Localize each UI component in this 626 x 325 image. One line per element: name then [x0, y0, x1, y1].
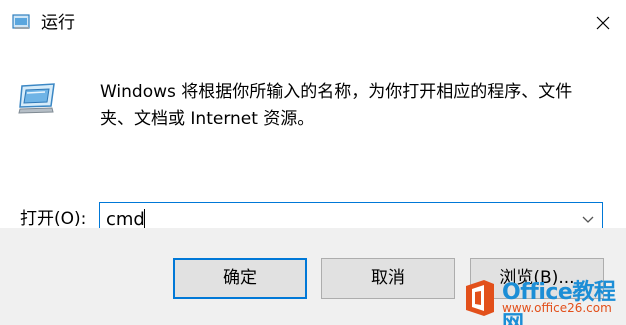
watermark: Office教程网 www.office26.com: [462, 272, 626, 325]
close-button[interactable]: [580, 0, 626, 46]
title-bar: 运行: [0, 0, 626, 46]
office-logo-icon: [466, 280, 494, 316]
dialog-content: Windows 将根据你所输入的名称，为你打开相应的程序、文件夹、文档或 Int…: [0, 46, 626, 237]
close-icon: [596, 16, 610, 30]
run-dialog-icon: [18, 83, 55, 114]
open-label: 打开(O):: [20, 209, 87, 229]
chevron-down-icon[interactable]: [582, 215, 594, 225]
text-caret: [144, 209, 145, 230]
window-title: 运行: [41, 13, 75, 33]
watermark-url: www.office26.com: [502, 301, 612, 315]
run-app-icon: [12, 14, 30, 29]
cancel-button[interactable]: 取消: [321, 258, 455, 299]
dialog-description: Windows 将根据你所输入的名称，为你打开相应的程序、文件夹、文档或 Int…: [100, 82, 573, 129]
ok-button[interactable]: 确定: [173, 258, 307, 299]
watermark-text: Office教程网: [502, 280, 616, 325]
